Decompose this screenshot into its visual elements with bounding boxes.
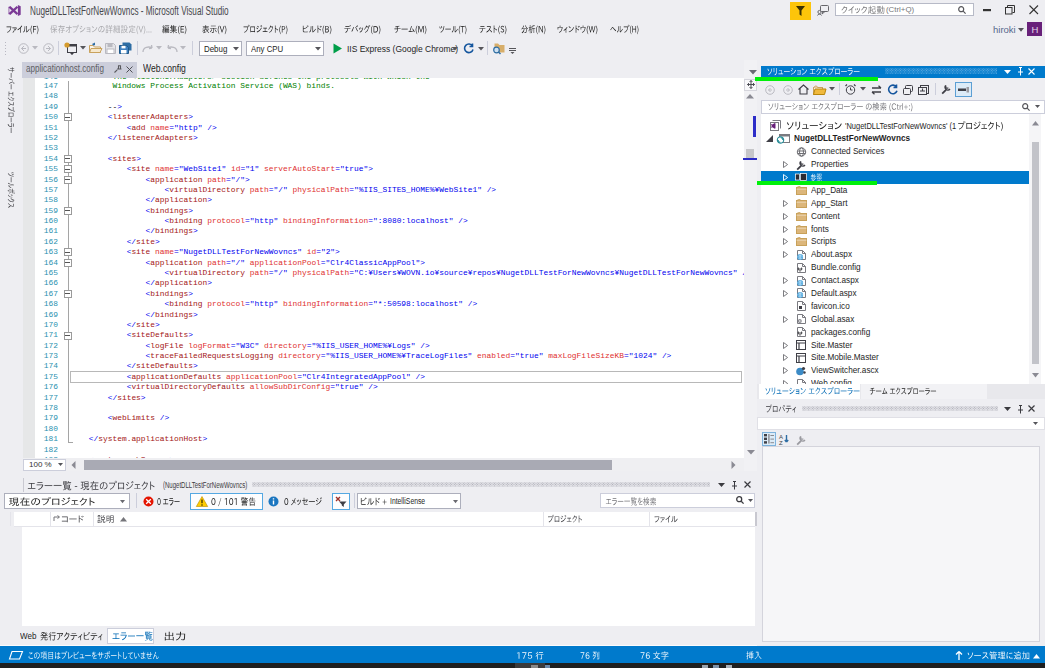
svg-text:Z: Z bbox=[779, 440, 783, 446]
